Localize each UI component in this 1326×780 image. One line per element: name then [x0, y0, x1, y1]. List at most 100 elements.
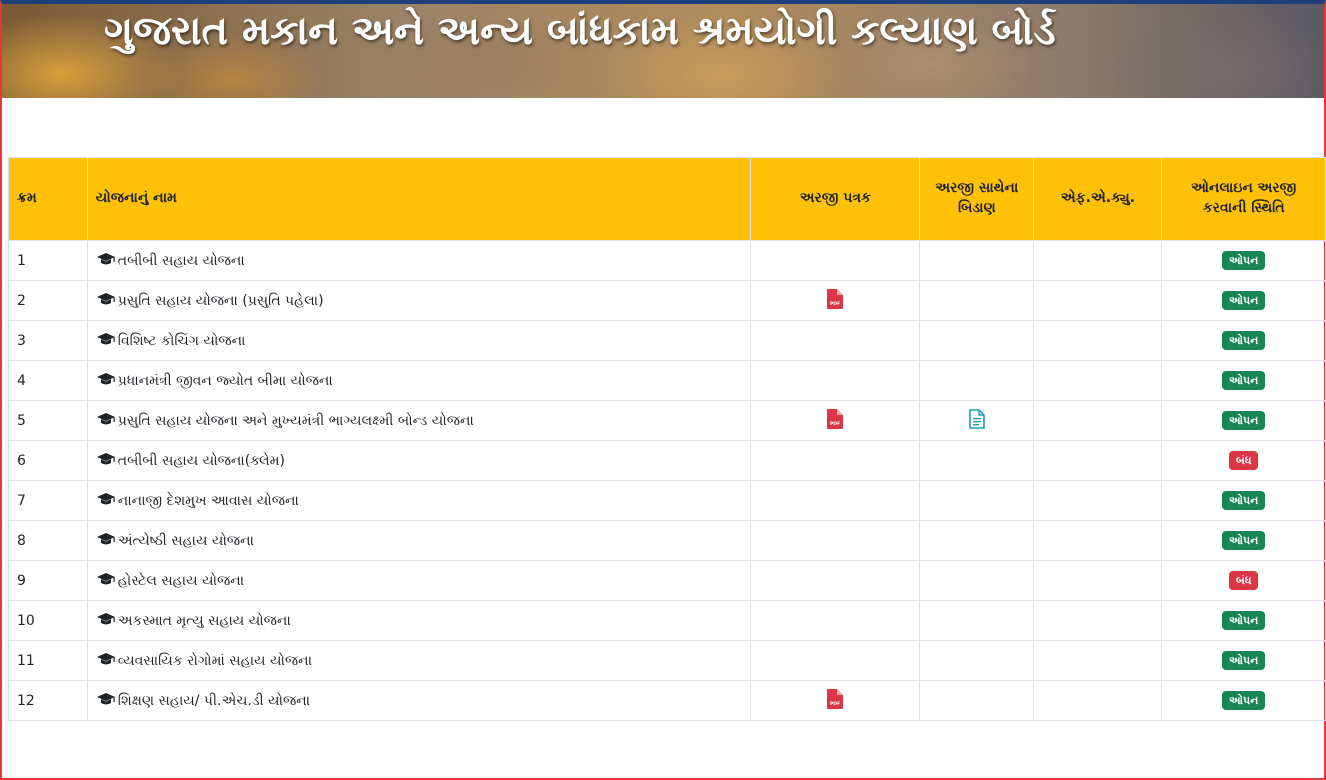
- faq-cell: [1033, 360, 1163, 401]
- pdf-file-icon[interactable]: PDF: [827, 288, 844, 313]
- row-number: 9: [8, 560, 88, 601]
- header-num: ક્રમ: [8, 157, 88, 241]
- table-row: 8 અંત્યેષ્ઠી સહાય યોજના ઓપન: [8, 520, 1326, 561]
- document-icon[interactable]: [969, 408, 985, 433]
- header-docs: અરજી સાથેના બિડાણ: [919, 157, 1035, 241]
- row-number: 11: [8, 640, 88, 681]
- status-cell: ઓપન: [1161, 400, 1326, 441]
- scheme-name-cell: વ્યવસાયિક રોગોમાં સહાય યોજના: [86, 640, 752, 681]
- faq-cell: [1033, 280, 1163, 321]
- status-badge-closed: બંધ: [1228, 570, 1259, 591]
- status-badge-open[interactable]: ઓપન: [1222, 330, 1266, 351]
- scheme-name-link[interactable]: શિક્ષણ સહાય/ પી.એચ.ડી યોજના: [118, 693, 310, 709]
- status-cell: ઓપન: [1161, 240, 1326, 281]
- svg-text:PDF: PDF: [830, 301, 840, 307]
- page-title: ગુજરાત મકાન અને અન્ય બાંધકામ શ્રમયોગી કલ…: [104, 8, 1056, 54]
- status-badge-open[interactable]: ઓપન: [1222, 410, 1266, 431]
- row-number: 4: [8, 360, 88, 401]
- docs-cell: [919, 600, 1035, 641]
- status-cell: ઓપન: [1161, 320, 1326, 361]
- status-cell: ઓપન: [1161, 640, 1326, 681]
- status-badge-open[interactable]: ઓપન: [1222, 690, 1266, 711]
- status-cell: ઓપન: [1161, 480, 1326, 521]
- header-banner: ગુજરાત મકાન અને અન્ય બાંધકામ શ્રમયોગી કલ…: [2, 4, 1324, 98]
- status-badge-open[interactable]: ઓપન: [1222, 370, 1266, 391]
- status-cell: ઓપન: [1161, 280, 1326, 321]
- faq-cell: [1033, 440, 1163, 481]
- scheme-name-link[interactable]: તબીબી સહાય યોજના(ક્લેમ): [118, 453, 285, 469]
- scheme-name-link[interactable]: પ્રસુતિ સહાય યોજના (પ્રસુતિ પહેલા): [118, 293, 324, 309]
- faq-cell: [1033, 480, 1163, 521]
- status-cell: બંધ: [1161, 560, 1326, 601]
- form-cell: PDF: [750, 280, 921, 321]
- graduation-cap-icon: [96, 492, 116, 510]
- docs-cell: [919, 360, 1035, 401]
- docs-cell: [919, 680, 1035, 721]
- docs-cell: [919, 440, 1035, 481]
- status-badge-open[interactable]: ઓપન: [1222, 290, 1266, 311]
- scheme-name-link[interactable]: અકસ્માત મૃત્યુ સહાય યોજના: [118, 613, 291, 629]
- faq-cell: [1033, 520, 1163, 561]
- scheme-name-link[interactable]: હોસ્ટેલ સહાય યોજના: [118, 573, 244, 589]
- scheme-name-cell: પ્રસુતિ સહાય યોજના (પ્રસુતિ પહેલા): [86, 280, 752, 321]
- schemes-table: ક્રમ યોજનાનું નામ અરજી પત્રક અરજી સાથેના…: [8, 157, 1326, 721]
- docs-cell: [919, 640, 1035, 681]
- pdf-file-icon[interactable]: PDF: [827, 408, 844, 433]
- scheme-name-cell: તબીબી સહાય યોજના: [86, 240, 752, 281]
- svg-text:PDF: PDF: [830, 421, 840, 427]
- scheme-name-link[interactable]: તબીબી સહાય યોજના: [118, 253, 245, 269]
- table-row: 9 હોસ્ટેલ સહાય યોજના બંધ: [8, 560, 1326, 601]
- header-form: અરજી પત્રક: [750, 157, 921, 241]
- table-header-row: ક્રમ યોજનાનું નામ અરજી પત્રક અરજી સાથેના…: [8, 157, 1326, 241]
- scheme-name-cell: અકસ્માત મૃત્યુ સહાય યોજના: [86, 600, 752, 641]
- scheme-name-link[interactable]: નાનાજી દેશમુખ આવાસ યોજના: [118, 493, 299, 509]
- form-cell: [750, 480, 921, 521]
- form-cell: [750, 560, 921, 601]
- header-name: યોજનાનું નામ: [86, 157, 752, 241]
- svg-text:PDF: PDF: [830, 701, 840, 707]
- header-status: ઓનલાઇન અરજી કરવાની સ્થિતિ: [1161, 157, 1326, 241]
- graduation-cap-icon: [96, 532, 116, 550]
- status-cell: ઓપન: [1161, 680, 1326, 721]
- table-row: 5 પ્રસુતિ સહાય યોજના અને મુખ્યમંત્રી ભાગ…: [8, 400, 1326, 441]
- status-cell: ઓપન: [1161, 600, 1326, 641]
- table-row: 4 પ્રધાનમંત્રી જીવન જ્યોત બીમા યોજના ઓપન: [8, 360, 1326, 401]
- graduation-cap-icon: [96, 332, 116, 350]
- row-number: 12: [8, 680, 88, 721]
- row-number: 7: [8, 480, 88, 521]
- docs-cell: [919, 320, 1035, 361]
- form-cell: [750, 360, 921, 401]
- scheme-name-link[interactable]: પ્રધાનમંત્રી જીવન જ્યોત બીમા યોજના: [118, 373, 333, 389]
- docs-cell: [919, 400, 1035, 441]
- scheme-name-cell: શિક્ષણ સહાય/ પી.એચ.ડી યોજના: [86, 680, 752, 721]
- status-cell: બંધ: [1161, 440, 1326, 481]
- row-number: 2: [8, 280, 88, 321]
- row-number: 3: [8, 320, 88, 361]
- table-row: 7 નાનાજી દેશમુખ આવાસ યોજના ઓપન: [8, 480, 1326, 521]
- graduation-cap-icon: [96, 252, 116, 270]
- scheme-name-link[interactable]: પ્રસુતિ સહાય યોજના અને મુખ્યમંત્રી ભાગ્ય…: [118, 413, 474, 429]
- status-cell: ઓપન: [1161, 360, 1326, 401]
- scheme-name-link[interactable]: અંત્યેષ્ઠી સહાય યોજના: [118, 533, 254, 549]
- faq-cell: [1033, 560, 1163, 601]
- status-badge-open[interactable]: ઓપન: [1222, 530, 1266, 551]
- status-badge-open[interactable]: ઓપન: [1222, 250, 1266, 271]
- docs-cell: [919, 560, 1035, 601]
- row-number: 6: [8, 440, 88, 481]
- graduation-cap-icon: [96, 572, 116, 590]
- graduation-cap-icon: [96, 652, 116, 670]
- status-badge-open[interactable]: ઓપન: [1222, 650, 1266, 671]
- status-badge-open[interactable]: ઓપન: [1222, 610, 1266, 631]
- graduation-cap-icon: [96, 412, 116, 430]
- status-badge-open[interactable]: ઓપન: [1222, 490, 1266, 511]
- faq-cell: [1033, 680, 1163, 721]
- table-row: 2 પ્રસુતિ સહાય યોજના (પ્રસુતિ પહેલા) PDF…: [8, 280, 1326, 321]
- pdf-file-icon[interactable]: PDF: [827, 688, 844, 713]
- scheme-name-cell: પ્રસુતિ સહાય યોજના અને મુખ્યમંત્રી ભાગ્ય…: [86, 400, 752, 441]
- graduation-cap-icon: [96, 452, 116, 470]
- scheme-name-link[interactable]: વિશિષ્ટ કોચિંગ યોજના: [118, 333, 246, 349]
- table-body: 1 તબીબી સહાય યોજના ઓપન 2 પ્રસુતિ સહાય યોજન…: [8, 240, 1326, 721]
- docs-cell: [919, 240, 1035, 281]
- scheme-name-link[interactable]: વ્યવસાયિક રોગોમાં સહાય યોજના: [118, 653, 312, 669]
- docs-cell: [919, 520, 1035, 561]
